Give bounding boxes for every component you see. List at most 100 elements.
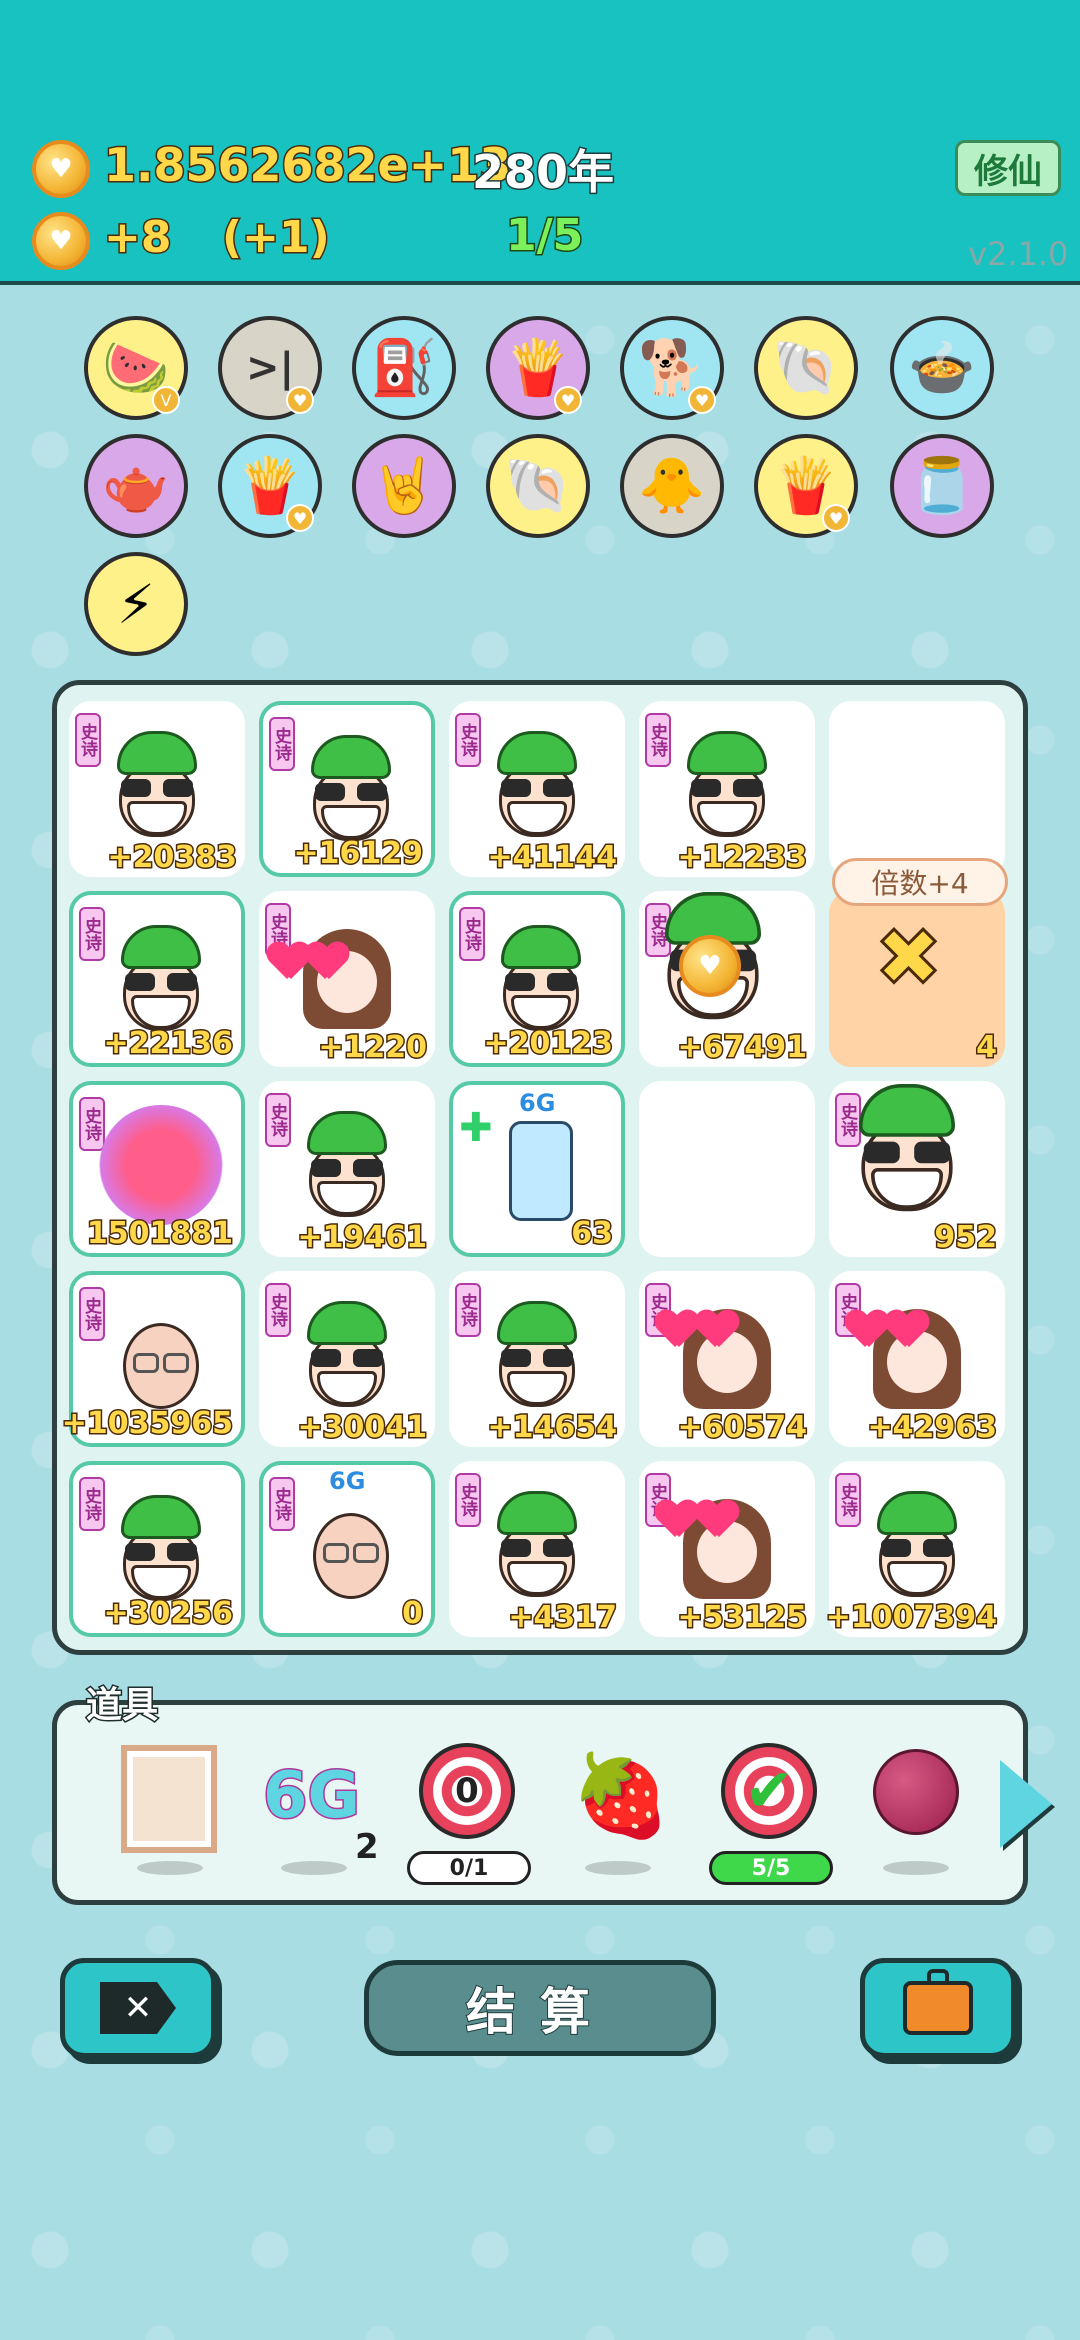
heart-badge-icon: ♥: [554, 386, 582, 414]
picture-frame-icon[interactable]: [121, 1745, 217, 1853]
gravy-boat-icon[interactable]: 🫖: [84, 434, 188, 538]
briefcase-icon: [903, 1969, 973, 2035]
fries-icon[interactable]: 🍟 ♥: [486, 316, 590, 420]
cell-value: +22136: [102, 1025, 235, 1063]
coin-burst-icon: ♥: [679, 935, 741, 997]
shell-icon[interactable]: 🐚: [486, 434, 590, 538]
board-cell[interactable]: 史诗 +1007394: [824, 1461, 1005, 1637]
heart-badge-icon: ♥: [688, 386, 716, 414]
green-hair-man-icon: [299, 1111, 395, 1221]
board-cell[interactable]: 史诗 +1035965: [60, 1271, 245, 1447]
shell-icon[interactable]: 🐚: [754, 316, 858, 420]
strawberry-icon[interactable]: 🍓: [571, 1749, 671, 1843]
board-cell[interactable]: 史诗 +4317: [449, 1461, 625, 1637]
board-cell[interactable]: 史诗 +60574: [639, 1271, 815, 1447]
income-value: +8: [102, 211, 173, 265]
pump-icon[interactable]: ⛽: [352, 316, 456, 420]
board-cell[interactable]: 史诗 6G 0: [259, 1461, 435, 1637]
skip-icon[interactable]: >| ♥: [218, 316, 322, 420]
epic-tag: 史诗: [265, 1283, 291, 1337]
chick-icon[interactable]: 🐥: [620, 434, 724, 538]
cell-value: +1220: [317, 1029, 429, 1067]
income-coin-icon: ♥: [32, 212, 90, 270]
heart-badge-icon: ♥: [286, 386, 314, 414]
cell-value: +12233: [676, 839, 809, 877]
board-cell-empty[interactable]: [829, 701, 1005, 877]
cell-value: +60574: [676, 1409, 809, 1447]
six-g-count: 2: [355, 1827, 379, 1867]
dog-icon[interactable]: 🐕 ♥: [620, 316, 724, 420]
epic-tag: 史诗: [645, 713, 671, 767]
heart-effect-icon: [885, 1311, 929, 1351]
lychee-icon[interactable]: [873, 1749, 959, 1835]
cell-value: +14654: [486, 1409, 619, 1447]
board-cell[interactable]: 史诗 1501881: [69, 1081, 245, 1257]
cell-value: +41144: [486, 839, 619, 877]
cell-value: +30041: [296, 1409, 429, 1447]
board-cell[interactable]: 史诗 +20383: [69, 701, 245, 877]
items-title: 道具: [84, 1684, 159, 1728]
six-g-item-icon[interactable]: 6G: [261, 1758, 361, 1835]
board-cell[interactable]: 史诗 ♥ +67491: [639, 891, 815, 1067]
board-cell[interactable]: 史诗 +42963: [829, 1271, 1005, 1447]
heart-effect-icon: [845, 1311, 889, 1351]
item-shadow: [585, 1861, 651, 1875]
version-label: v2.1.0: [968, 235, 1069, 273]
epic-tag: 史诗: [455, 713, 481, 767]
xiuxian-button[interactable]: 修仙: [955, 140, 1061, 196]
heart-effect-icon: [695, 1311, 739, 1351]
next-arrow-icon[interactable]: [1000, 1760, 1052, 1848]
target-icon[interactable]: 0: [419, 1743, 515, 1839]
epic-tag: 史诗: [79, 1477, 105, 1531]
backspace-icon: ✕: [100, 1982, 176, 2034]
cell-value: +53125: [676, 1599, 809, 1637]
fries-icon[interactable]: 🍟 ♥: [218, 434, 322, 538]
target-value: 0: [455, 1771, 479, 1811]
check-target-icon[interactable]: ✔: [721, 1743, 817, 1839]
epic-tag: 史诗: [79, 907, 105, 961]
board-cell[interactable]: 史诗 +1220: [259, 891, 435, 1067]
big-heart-effect-icon: [99, 1105, 223, 1225]
board-cell[interactable]: 史诗 952: [829, 1081, 1005, 1257]
plus-effect-icon: ✚: [459, 1105, 493, 1151]
bald-man-icon: [113, 1305, 209, 1415]
bag-button[interactable]: [860, 1958, 1016, 2058]
jar-icon[interactable]: 🫙: [890, 434, 994, 538]
board-cell[interactable]: 史诗 +19461: [259, 1081, 435, 1257]
top-status-bar: ♥ 1.8562682e+13 280年 ♥ +8 (+1) 1/5 修仙 v2…: [0, 0, 1080, 285]
epic-tag: 史诗: [265, 1093, 291, 1147]
epic-tag: 史诗: [269, 717, 295, 771]
board-cell[interactable]: 史诗 +14654: [449, 1271, 625, 1447]
board-cell[interactable]: 史诗 +41144: [449, 701, 625, 877]
pot-icon[interactable]: 🍲: [890, 316, 994, 420]
coin-icon: ♥: [32, 140, 90, 198]
board-cell[interactable]: 史诗 +30256: [69, 1461, 245, 1637]
fruit-bowl-icon[interactable]: 🍉 V: [84, 316, 188, 420]
item-shadow: [281, 1861, 347, 1875]
cell-value: +1007394: [824, 1599, 998, 1637]
epic-tag: 史诗: [459, 907, 485, 961]
lightning-icon[interactable]: ⚡: [84, 552, 188, 656]
epic-tag: 史诗: [835, 1473, 861, 1527]
board-cell[interactable]: 史诗 +20123: [449, 891, 625, 1067]
board-cell-multiplier[interactable]: ✖ 4: [829, 891, 1005, 1067]
board-cell[interactable]: 史诗 +30041: [259, 1271, 435, 1447]
check-progress: 5/5: [709, 1851, 833, 1885]
green-hair-man-icon: [109, 731, 205, 841]
board-cell[interactable]: 史诗 +16129: [259, 701, 435, 877]
item-shadow: [883, 1861, 949, 1875]
board-cell[interactable]: 史诗 +22136: [69, 891, 245, 1067]
cell-value: 4: [975, 1029, 999, 1067]
board-cell[interactable]: 史诗 +12233: [639, 701, 815, 877]
rock-hand-icon[interactable]: 🤘: [352, 434, 456, 538]
fries-icon[interactable]: 🍟 ♥: [754, 434, 858, 538]
board-cell[interactable]: 史诗 +53125: [639, 1461, 815, 1637]
cell-value: 1501881: [85, 1215, 234, 1253]
cross-multiplier-icon: ✖: [873, 910, 943, 1006]
coins-total: 1.8562682e+13: [102, 137, 512, 194]
items-panel: 6G 2 0 0/1 🍓 ✔ 5/5: [52, 1700, 1028, 1905]
board-cell[interactable]: 6G ✚ 63: [449, 1081, 625, 1257]
settle-button[interactable]: 结算: [364, 1960, 716, 2056]
board-cell-empty[interactable]: [639, 1081, 815, 1257]
exit-button[interactable]: ✕: [60, 1958, 216, 2058]
